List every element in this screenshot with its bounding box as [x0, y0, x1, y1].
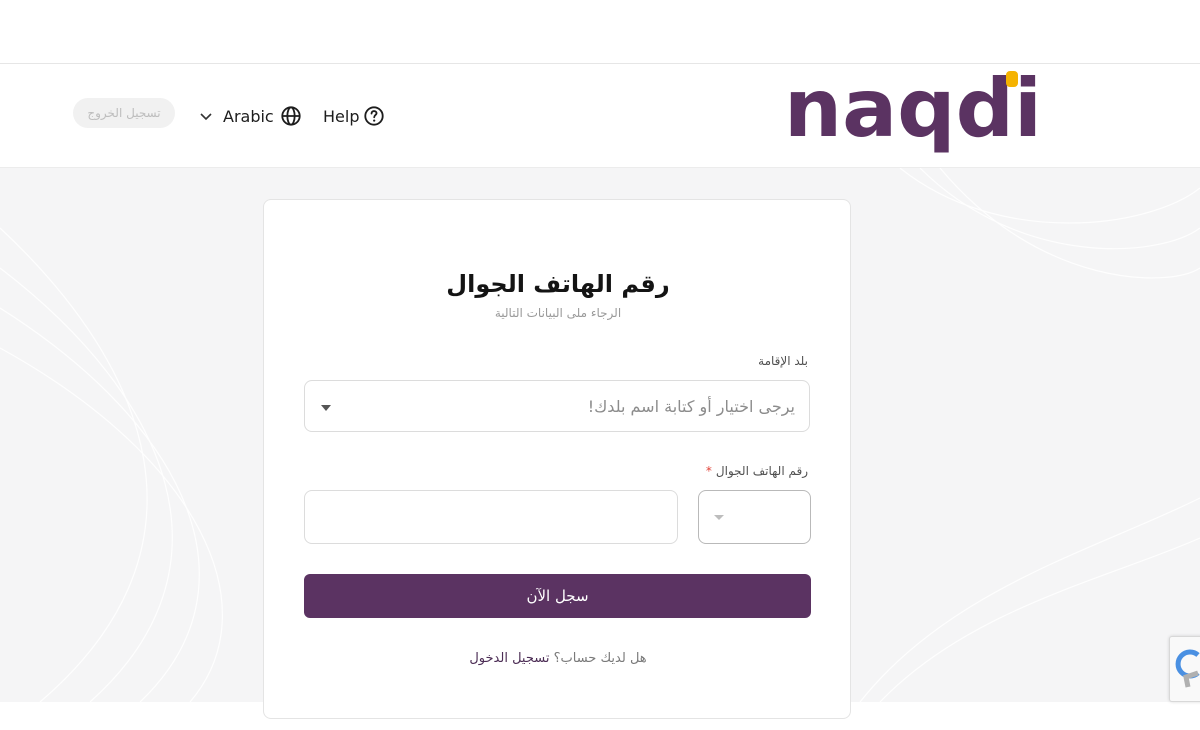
logo-text: naqdi	[784, 70, 1042, 155]
phone-label-row: رقم الهاتف الجوال*	[706, 464, 808, 478]
page-subtitle: الرجاء ملى البيانات التالية	[494, 306, 622, 320]
question-circle-icon	[364, 106, 385, 126]
country-placeholder: يرجى اختيار أو كتابة اسم بلدك!	[587, 397, 795, 416]
signin-link[interactable]: تسجيل الدخول	[469, 651, 549, 666]
language-selector[interactable]: Arabic	[199, 103, 302, 129]
caret-down-icon	[321, 405, 331, 411]
help-label: Help	[323, 106, 360, 126]
browser-top-area	[0, 0, 1200, 64]
page-title: رقم الهاتف الجوال	[446, 270, 670, 298]
logo-accent	[1006, 71, 1018, 87]
have-account-text: هل لديك حساب؟	[553, 651, 647, 666]
help-link[interactable]: Help	[323, 103, 385, 129]
logout-button[interactable]: تسجيل الخروج	[73, 98, 175, 128]
recaptcha-badge[interactable]	[1169, 636, 1200, 702]
registration-card: رقم الهاتف الجوال الرجاء ملى البيانات ال…	[263, 199, 851, 719]
signin-prompt: هل لديك حساب؟ تسجيل الدخول	[264, 651, 852, 666]
chevron-down-icon	[200, 113, 212, 121]
phone-number-input[interactable]	[304, 490, 678, 544]
globe-icon	[281, 106, 301, 126]
required-mark: *	[705, 464, 712, 478]
language-label: Arabic	[223, 106, 274, 126]
country-select[interactable]: يرجى اختيار أو كتابة اسم بلدك!	[304, 380, 810, 432]
caret-down-icon	[714, 515, 724, 520]
phone-label: رقم الهاتف الجوال	[715, 464, 808, 478]
register-now-button[interactable]: سجل الآن	[304, 574, 811, 618]
recaptcha-icon	[1175, 649, 1200, 688]
country-code-select[interactable]	[698, 490, 811, 544]
naqdi-logo[interactable]: naqdi	[784, 70, 1044, 156]
country-label: بلد الإقامة	[758, 354, 808, 368]
